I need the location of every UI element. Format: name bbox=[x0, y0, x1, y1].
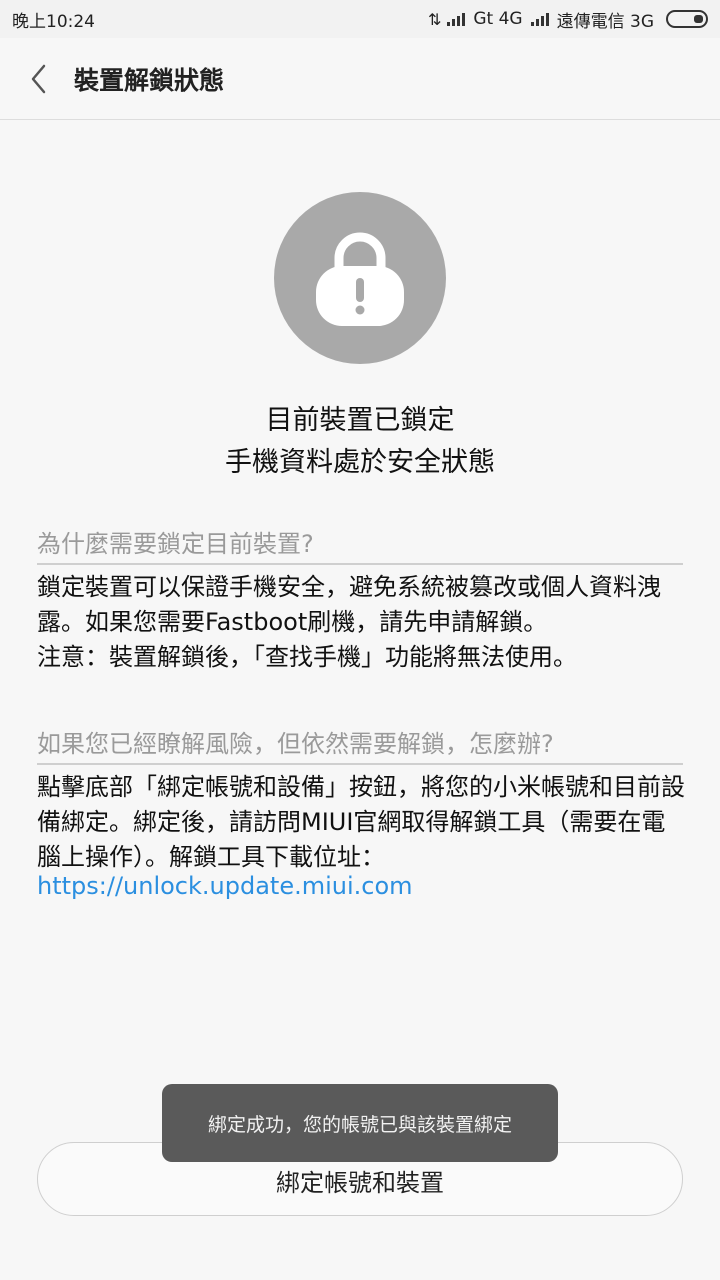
toast-message: 綁定成功，您的帳號已與該裝置綁定 bbox=[162, 1084, 558, 1162]
lock-status-title: 目前裝置已鎖定 bbox=[265, 405, 455, 436]
section-why-lock-body: 鎖定裝置可以保證手機安全，避免系統被篡改或個人資料洩露。如果您需要Fastboo… bbox=[37, 573, 661, 636]
lock-status-subtitle: 手機資料處於安全狀態 bbox=[225, 447, 495, 478]
page-title: 裝置解鎖狀態 bbox=[74, 65, 225, 95]
unlock-tool-link[interactable]: https://unlock.update.miui.com bbox=[37, 872, 413, 900]
status-icons: ⇅ Gt 4G 遠傳電信 3G bbox=[428, 7, 708, 32]
section-how-unlock-body: 點擊底部「綁定帳號和設備」按鈕，將您的小米帳號和目前設備綁定。綁定後，請訪問MI… bbox=[37, 773, 685, 871]
signal-icon-2 bbox=[530, 12, 549, 26]
back-button[interactable] bbox=[4, 38, 74, 120]
battery-icon bbox=[666, 10, 708, 28]
status-time: 晚上10:24 bbox=[12, 11, 95, 32]
lock-icon bbox=[316, 232, 404, 326]
status-bar: 晚上10:24 ⇅ Gt 4G 遠傳電信 3G bbox=[0, 0, 720, 38]
section-why-lock-heading: 為什麼需要鎖定目前裝置? bbox=[37, 524, 683, 565]
carrier2-label: 遠傳電信 3G bbox=[556, 11, 654, 32]
section-why-lock-note: 注意：裝置解鎖後，「查找手機」功能將無法使用。 bbox=[37, 643, 577, 671]
carrier1-label: Gt 4G bbox=[473, 9, 523, 29]
app-header: 裝置解鎖狀態 bbox=[0, 38, 720, 120]
section-how-unlock-heading: 如果您已經瞭解風險，但依然需要解鎖，怎麼辦? bbox=[37, 724, 683, 765]
lock-badge bbox=[274, 192, 446, 364]
signal-icon bbox=[447, 12, 466, 26]
chevron-left-icon bbox=[31, 64, 46, 93]
data-transfer-icon: ⇅ bbox=[427, 9, 441, 29]
